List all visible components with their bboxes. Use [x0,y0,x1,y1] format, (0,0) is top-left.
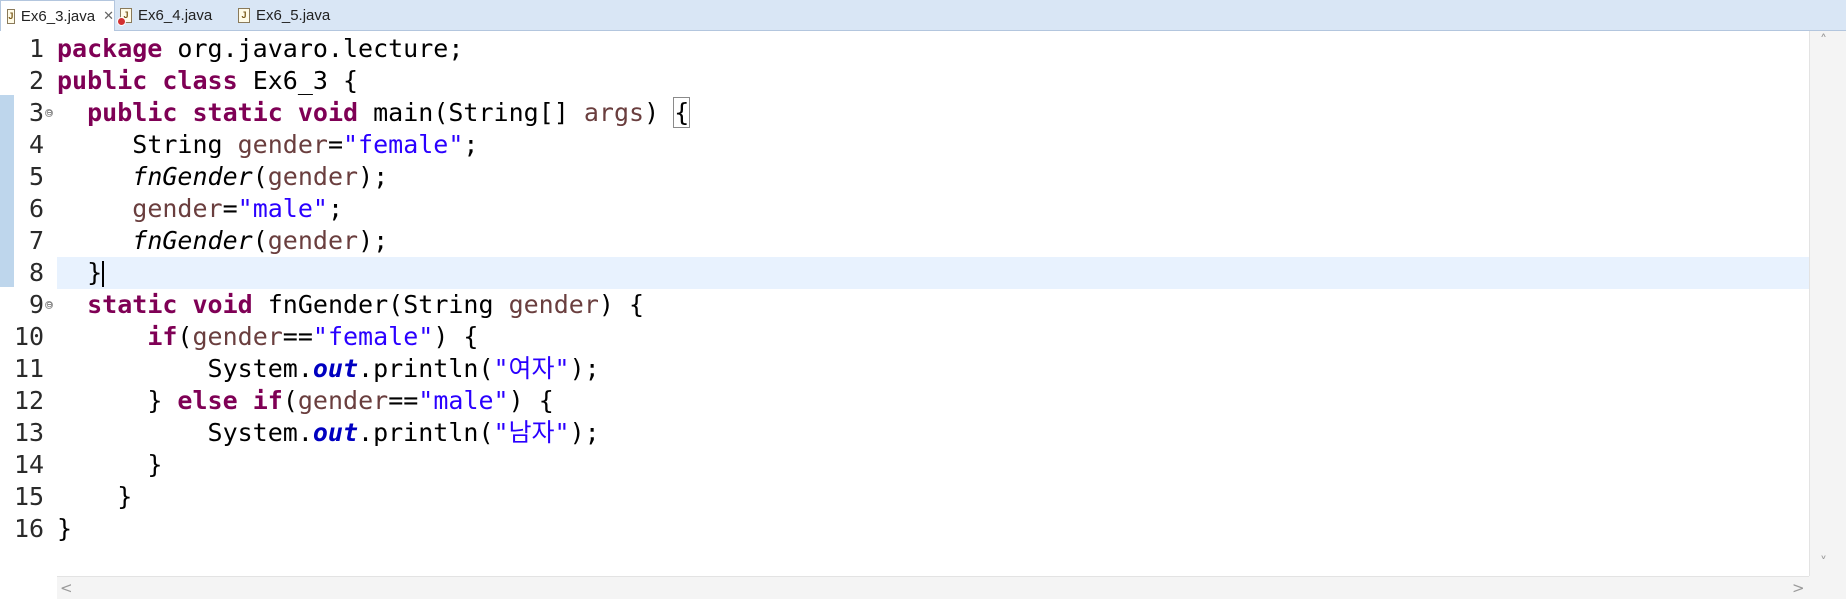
line-number: 3 [28,98,44,127]
line-number: 8 [28,258,44,287]
vertical-scrollbar[interactable]: ˄ ˅ [1809,31,1846,576]
code-line-12: } else if(gender=="male") { [147,386,554,415]
code-editor[interactable]: 1 2 3 ⊖ 4 5 6 7 8 9 ⊖ 10 11 12 13 14 15 … [0,31,1846,599]
code-area[interactable]: package org.javaro.lecture; public class… [57,31,1809,576]
line-number: 16 [14,514,45,543]
line-number: 13 [14,418,45,447]
code-line-11: System.out.println("여자"); [207,354,600,383]
line-number: 5 [28,162,44,191]
tab-label: Ex6_4.java [138,7,213,24]
line-number: 4 [28,130,44,159]
tab-ex6-5-java[interactable]: J Ex6_5.java [238,0,348,31]
scrollbar-corner [1809,576,1846,599]
code-line-4: String gender="female"; [132,130,479,159]
code-line-6: gender="male"; [132,194,344,223]
close-tab-icon[interactable]: ✕ [103,9,114,24]
fold-collapse-icon[interactable]: ⊖ [45,301,53,309]
code-line-9: static void fnGender(String gender) { [87,290,645,319]
java-file-error-icon: J [117,8,132,26]
line-number-ruler: 1 2 3 ⊖ 4 5 6 7 8 9 ⊖ 10 11 12 13 14 15 … [14,31,57,576]
matching-brace-highlight: { [673,97,691,128]
line-number: 11 [14,354,45,383]
scroll-left-icon[interactable]: < [60,579,73,597]
editor-tab-bar: J Ex6_3.java ✕ J Ex6_4.java J Ex6_5.java [0,0,1846,32]
code-line-1: package org.javaro.lecture; [57,34,464,63]
tab-label: Ex6_5.java [256,7,331,24]
tab-ex6-3-java[interactable]: J Ex6_3.java ✕ [0,0,115,32]
line-number: 9 [28,290,44,319]
java-file-icon: J [238,8,250,23]
text-caret [102,261,105,287]
line-number: 10 [14,322,45,351]
code-line-3: public static void main(String[] args) { [87,97,691,128]
scroll-right-icon[interactable]: > [1792,579,1805,597]
line-number: 12 [14,386,45,415]
line-number: 7 [28,226,44,255]
fold-collapse-icon[interactable]: ⊖ [45,109,53,117]
horizontal-scrollbar[interactable]: < > [57,576,1809,599]
line-number: 2 [28,66,44,95]
code-line-5: fnGender(gender); [132,162,389,191]
line-number: 1 [28,34,44,63]
code-line-16: } [57,514,73,543]
line-number: 6 [28,194,44,223]
scroll-down-icon[interactable]: ˅ [1820,555,1827,571]
tab-ex6-4-java[interactable]: J Ex6_4.java [117,0,230,31]
code-line-7: fnGender(gender); [132,226,389,255]
code-line-14: } [147,450,163,479]
tab-label: Ex6_3.java [20,8,96,25]
code-line-8-current: } [57,257,1809,289]
code-line-13: System.out.println("남자"); [207,418,600,447]
line-number: 15 [14,482,45,511]
code-line-15: } [117,482,133,511]
change-indicator [0,95,14,287]
line-number: 14 [14,450,45,479]
scroll-up-icon[interactable]: ˄ [1820,33,1827,49]
java-file-icon: J [7,9,15,24]
code-line-2: public class Ex6_3 { [57,66,359,95]
code-line-10: if(gender=="female") { [147,322,479,351]
